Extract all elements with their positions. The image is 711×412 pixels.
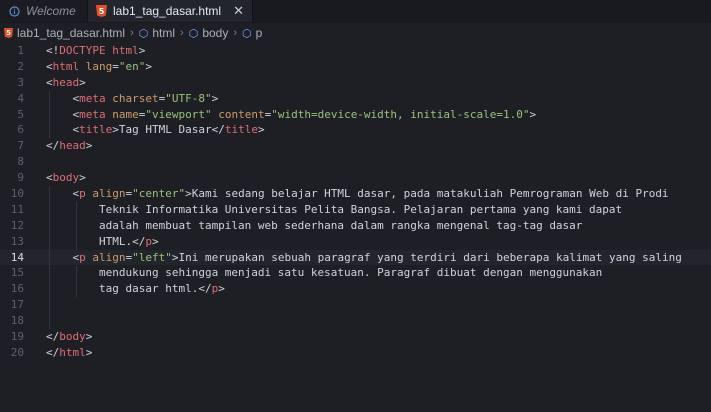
- html5-icon: 5: [4, 28, 13, 38]
- code-line[interactable]: 10 <p align="center">Kami sedang belajar…: [0, 186, 711, 202]
- code-line[interactable]: 17: [0, 297, 711, 313]
- code-text: tag dasar html.</p>: [46, 282, 225, 296]
- line-number: 5: [17, 107, 24, 121]
- code-text: mendukung sehingga menjadi satu kesatuan…: [46, 266, 603, 280]
- code-line[interactable]: 16 tag dasar html.</p>: [0, 281, 711, 297]
- code-line[interactable]: 7 </head>: [0, 138, 711, 154]
- tab-lab1-label: lab1_tag_dasar.html: [113, 4, 222, 18]
- indent-guide: [75, 202, 77, 250]
- line-number: 7: [17, 139, 24, 153]
- code-line[interactable]: 11 Teknik Informatika Universitas Pelita…: [0, 202, 711, 218]
- code-line[interactable]: 14 <p align="left">Ini merupakan sebuah …: [0, 249, 711, 266]
- chevron-right-icon: ›: [130, 27, 134, 39]
- code-line[interactable]: 18: [0, 313, 711, 329]
- close-icon[interactable]: ✕: [233, 4, 244, 19]
- breadcrumb-file[interactable]: lab1_tag_dasar.html: [17, 26, 125, 40]
- code-text: <title>Tag HTML Dasar</title>: [72, 123, 265, 137]
- element-icon: ⬡: [188, 27, 199, 40]
- line-number: 15: [10, 266, 24, 280]
- breadcrumb: 5 lab1_tag_dasar.html › ⬡ html › ⬡ body …: [0, 23, 711, 43]
- indent-guide: [49, 90, 51, 139]
- code-text: <meta name="viewport" content="width=dev…: [72, 107, 537, 121]
- code-text: </head>: [46, 139, 93, 153]
- tab-welcome-label: Welcome: [26, 4, 76, 18]
- tab-welcome[interactable]: Welcome: [0, 0, 88, 22]
- code-text: <p align="center">Kami sedang belajar HT…: [72, 187, 669, 201]
- code-line[interactable]: 2 <html lang="en">: [0, 59, 711, 75]
- code-line[interactable]: 8: [0, 154, 711, 170]
- line-number: 13: [10, 234, 24, 248]
- code-text: Teknik Informatika Universitas Pelita Ba…: [46, 202, 623, 216]
- line-number: 16: [10, 282, 24, 296]
- code-line[interactable]: 13 HTML.</p>: [0, 234, 711, 250]
- code-line[interactable]: 4 <meta charset="UTF-8">: [0, 91, 711, 107]
- element-icon: ⬡: [242, 27, 252, 40]
- code-text: <body>: [46, 171, 86, 185]
- code-line[interactable]: 3 <head>: [0, 75, 711, 91]
- breadcrumb-p[interactable]: p: [256, 26, 263, 40]
- code-text: <head>: [46, 75, 86, 89]
- tab-lab1[interactable]: 5 lab1_tag_dasar.html ✕: [88, 0, 253, 22]
- chevron-right-icon: ›: [233, 27, 238, 39]
- tab-bar: Welcome 5 lab1_tag_dasar.html ✕: [0, 0, 711, 23]
- indent-guide: [49, 186, 51, 330]
- line-number: 17: [10, 298, 24, 312]
- code-line[interactable]: 1 <!DOCTYPE html>: [0, 43, 711, 59]
- info-icon: [8, 5, 20, 17]
- code-line[interactable]: 6 <title>Tag HTML Dasar</title>: [0, 122, 711, 138]
- html5-icon: 5: [96, 5, 107, 17]
- element-icon: ⬡: [138, 27, 149, 40]
- code-text: <meta charset="UTF-8">: [72, 91, 219, 105]
- line-number: 19: [10, 330, 24, 344]
- indent-guide: [75, 265, 77, 298]
- code-editor[interactable]: 1 <!DOCTYPE html> 2 <html lang="en"> 3 <head>…: [0, 43, 711, 361]
- line-number: 9: [17, 171, 24, 185]
- code-text: <html lang="en">: [46, 59, 152, 73]
- code-line[interactable]: 5 <meta name="viewport" content="width=d…: [0, 107, 711, 123]
- line-number: 18: [10, 314, 24, 328]
- line-number: 3: [17, 75, 24, 89]
- line-number: 8: [17, 155, 24, 169]
- code-line[interactable]: 19 </body>: [0, 329, 711, 345]
- line-number: 1: [17, 44, 24, 57]
- code-line[interactable]: 9 <body>: [0, 170, 711, 186]
- code-line[interactable]: 15 mendukung sehingga menjadi satu kesat…: [0, 265, 711, 281]
- line-number: 11: [10, 202, 24, 216]
- chevron-right-icon: ›: [180, 27, 184, 39]
- line-number: 6: [17, 123, 24, 137]
- code-line[interactable]: 20 </html>: [0, 345, 711, 361]
- code-text: </body>: [46, 330, 93, 344]
- code-line[interactable]: 12 adalah membuat tampilan web sederhana…: [0, 218, 711, 234]
- code-text: HTML.</p>: [46, 234, 159, 248]
- line-number: 4: [17, 91, 24, 105]
- line-number: 14: [10, 250, 24, 264]
- line-number: 12: [10, 218, 24, 232]
- line-number: 2: [17, 59, 24, 73]
- code-text: <p align="left">Ini merupakan sebuah par…: [72, 250, 682, 264]
- breadcrumb-html[interactable]: html: [152, 26, 175, 40]
- code-text: adalah membuat tampilan web sederhana da…: [46, 218, 583, 232]
- line-number: 20: [10, 345, 24, 359]
- code-text: </html>: [46, 345, 93, 359]
- line-number: 10: [10, 187, 24, 201]
- breadcrumb-body[interactable]: body: [202, 26, 228, 40]
- code-text: <!DOCTYPE html>: [46, 44, 146, 57]
